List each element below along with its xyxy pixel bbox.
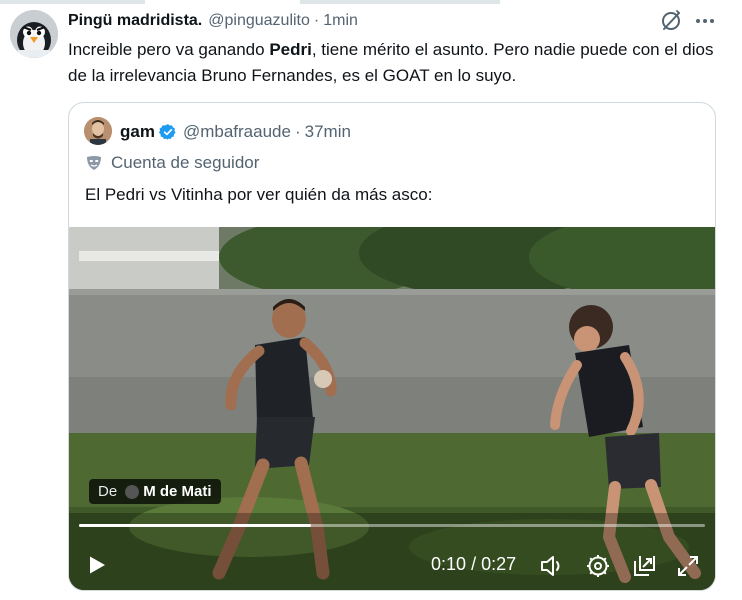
video-progress-fill [79,524,311,527]
verified-badge-icon [158,124,176,140]
follower-account-text: Cuenta de seguidor [111,153,260,172]
penguin-avatar-image [10,10,58,58]
video-progress-bar[interactable] [79,524,705,527]
popout-icon[interactable] [631,553,657,579]
grok-icon[interactable] [658,8,684,34]
quoted-avatar[interactable] [84,117,112,145]
video-frame [69,227,715,590]
current-time: 0:10 [431,554,467,574]
follower-account-label: Cuenta de seguidor [85,153,259,173]
volume-icon[interactable] [539,553,565,579]
tweet-text-bold: Pedri [269,40,312,59]
settings-icon[interactable] [585,553,611,579]
tweet-text-part: Increible pero va ganando [68,40,270,59]
source-prefix: De [98,483,118,500]
tweet-time[interactable]: 1min [323,12,358,30]
video-controls: 0:10 / 0:27 [69,549,715,581]
quoted-header: gam @mbafraaude · 37min [120,120,351,144]
more-icon[interactable] [694,10,716,32]
quoted-tweet[interactable]: gam @mbafraaude · 37min Cuenta de seguid… [68,102,716,591]
quoted-handle[interactable]: @mbafraaude [183,122,291,142]
play-icon[interactable] [87,555,107,575]
tweet-text: Increible pero va ganando Pedri, tiene m… [68,37,728,89]
avatar[interactable] [10,10,58,58]
quoted-time[interactable]: 37min [305,122,351,142]
tweet[interactable]: Pingü madridista. @pinguazulito · 1min I… [0,0,742,600]
separator-dot: · [313,12,320,29]
author-handle[interactable]: @pinguazulito [208,12,310,30]
theater-mask-icon [87,156,101,170]
author-name[interactable]: Pingü madridista. [68,12,202,30]
separator-dot: · [294,122,301,141]
source-avatar [125,484,140,499]
tweet-header: Pingü madridista. @pinguazulito · 1min [68,10,358,32]
video-source-chip[interactable]: De M de Mati [89,479,221,504]
duration: 0:27 [481,554,517,574]
fullscreen-icon[interactable] [675,553,701,579]
video-player[interactable]: De M de Mati 0:10 / 0:27 [69,227,715,590]
time-display: 0:10 / 0:27 [431,554,516,575]
time-separator: / [471,554,477,574]
quoted-author-name[interactable]: gam [120,122,155,142]
source-name: M de Mati [143,483,212,500]
quoted-text: El Pedri vs Vitinha por ver quién da más… [85,185,433,204]
